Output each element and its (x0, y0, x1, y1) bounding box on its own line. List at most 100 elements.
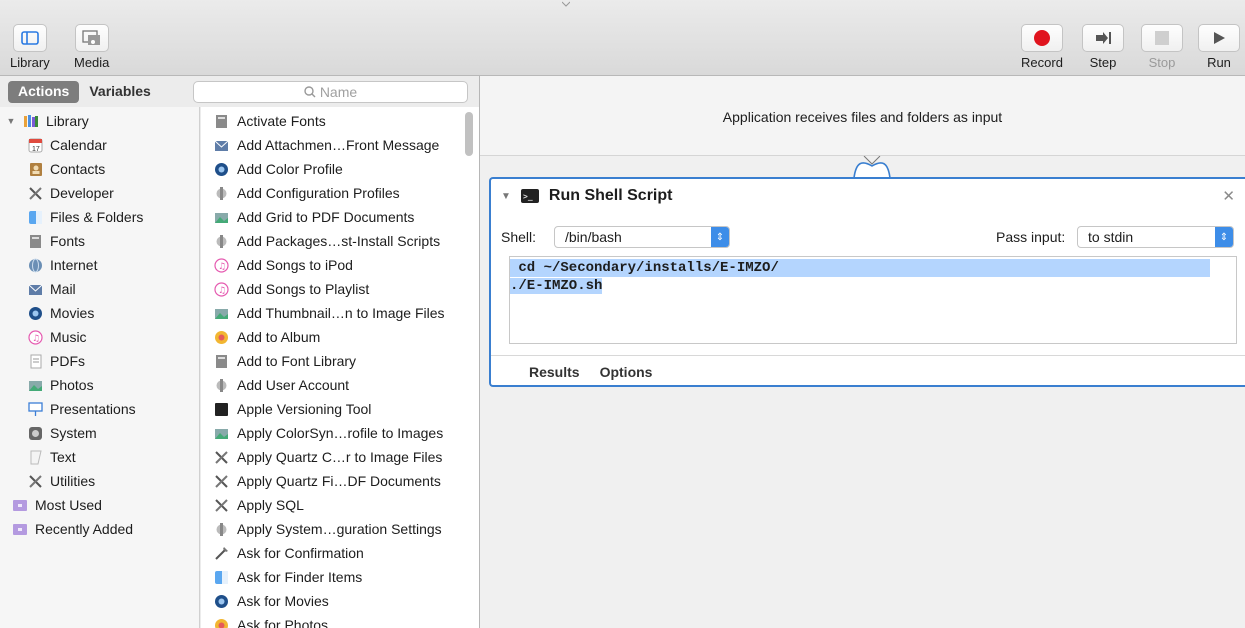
library-item-fonts[interactable]: Fonts (27, 229, 85, 253)
window-notch-icon (562, 1, 570, 7)
action-item[interactable]: Add Grid to PDF Documents (213, 205, 414, 229)
action-item-label: Apple Versioning Tool (237, 401, 372, 417)
action-item[interactable]: Ask for Confirmation (213, 541, 364, 565)
action-item-label: Add Color Profile (237, 161, 343, 177)
library-item-contacts[interactable]: Contacts (27, 157, 105, 181)
folder-icon (12, 497, 28, 513)
library-tabs: Actions Variables (8, 81, 161, 103)
library-item-utilities[interactable]: Utilities (27, 469, 95, 493)
library-item-files-folders[interactable]: Files & Folders (27, 205, 143, 229)
pass-input-select[interactable]: to stdin ⇕ (1077, 226, 1234, 248)
library-item-label: Fonts (50, 233, 86, 249)
search-field[interactable]: Name (193, 81, 468, 103)
script-editor[interactable]: cd ~/Secondary/installs/E-IMZO/./E-IMZO.… (509, 256, 1237, 344)
sidebar-icon (12, 24, 47, 52)
installer-icon (213, 521, 229, 537)
library-item-presentations[interactable]: Presentations (27, 397, 136, 421)
action-item-label: Add Songs to iPod (237, 257, 353, 273)
terminal-icon (213, 401, 229, 417)
action-item[interactable]: ♫ Add Songs to iPod (213, 253, 353, 277)
step-button[interactable]: Step (1082, 24, 1124, 70)
svg-text:17: 17 (32, 146, 40, 153)
svg-text:♫: ♫ (218, 286, 226, 296)
pass-input-value: to stdin (1088, 229, 1134, 245)
library-item-label: Calendar (50, 137, 107, 153)
finder-icon (27, 209, 43, 225)
library-item-label: Files & Folders (50, 209, 144, 225)
installer-icon (213, 233, 229, 249)
action-item[interactable]: Apply System…guration Settings (213, 517, 442, 541)
results-tab[interactable]: Results (529, 364, 580, 380)
media-button[interactable]: Media (74, 24, 109, 70)
library-button[interactable]: Library (10, 24, 50, 70)
run-shell-script-action[interactable]: ▼ >_ Run Shell Script ✕ Shell: /bin/bash… (489, 177, 1245, 387)
action-item[interactable]: Apply Quartz C…r to Image Files (213, 445, 442, 469)
action-item[interactable]: ♫ Add Songs to Playlist (213, 277, 369, 301)
action-title: ▼ >_ Run Shell Script (501, 187, 672, 205)
tab-variables[interactable]: Variables (79, 81, 161, 103)
library-item-label: Presentations (50, 401, 136, 417)
library-item-most-used[interactable]: Most Used (12, 493, 102, 517)
library-item-label: Developer (50, 185, 114, 201)
action-item[interactable]: Add Attachmen…Front Message (213, 133, 439, 157)
fonts-icon (213, 113, 229, 129)
action-item[interactable]: Apply Quartz Fi…DF Documents (213, 469, 441, 493)
library-item-movies[interactable]: Movies (27, 301, 94, 325)
library-item-pdfs[interactable]: PDFs (27, 349, 85, 373)
library-item-system[interactable]: System (27, 421, 97, 445)
action-item[interactable]: Apply SQL (213, 493, 304, 517)
action-item[interactable]: Ask for Finder Items (213, 565, 362, 589)
action-item[interactable]: Add to Album (213, 325, 320, 349)
action-item[interactable]: Add to Font Library (213, 349, 356, 373)
utilities-icon (27, 473, 43, 489)
stop-button-label: Stop (1148, 55, 1176, 70)
library-item-mail[interactable]: Mail (27, 277, 76, 301)
action-item-label: Apply Quartz C…r to Image Files (237, 449, 443, 465)
pass-input-label: Pass input: (996, 229, 1066, 245)
library-item-library[interactable]: ▼ Library (6, 109, 89, 133)
shell-select[interactable]: /bin/bash ⇕ (554, 226, 730, 248)
library-item-developer[interactable]: Developer (27, 181, 114, 205)
media-icon (74, 24, 109, 52)
library-item-label: Most Used (35, 497, 102, 513)
action-item-label: Add Grid to PDF Documents (237, 209, 415, 225)
run-icon (1198, 24, 1240, 52)
svg-text:♫: ♫ (218, 262, 226, 272)
svg-text:♫: ♫ (32, 334, 40, 344)
record-button[interactable]: Record (1021, 24, 1063, 70)
run-button[interactable]: Run (1198, 24, 1240, 70)
library-item-music[interactable]: ♫ Music (27, 325, 87, 349)
options-tab[interactable]: Options (600, 364, 653, 380)
action-item[interactable]: Add User Account (213, 373, 349, 397)
action-item[interactable]: Add Color Profile (213, 157, 343, 181)
music-icon: ♫ (27, 329, 43, 345)
action-item[interactable]: Add Thumbnail…n to Image Files (213, 301, 445, 325)
library-item-text[interactable]: Text (27, 445, 76, 469)
tab-actions[interactable]: Actions (8, 81, 80, 103)
library-item-photos[interactable]: Photos (27, 373, 94, 397)
disclosure-triangle-icon[interactable]: ▼ (6, 113, 16, 129)
action-item[interactable]: Ask for Movies (213, 589, 329, 613)
action-item[interactable]: Apple Versioning Tool (213, 397, 371, 421)
action-item[interactable]: Ask for Photos (213, 613, 328, 628)
library-item-calendar[interactable]: 17 Calendar (27, 133, 107, 157)
movies-icon (213, 161, 229, 177)
action-item[interactable]: Add Configuration Profiles (213, 181, 400, 205)
action-item[interactable]: Activate Fonts (213, 109, 326, 133)
action-item-label: Apply Quartz Fi…DF Documents (237, 473, 441, 489)
actions-scrollbar[interactable] (465, 112, 473, 156)
mail-icon (27, 281, 43, 297)
library-item-recently-added[interactable]: Recently Added (12, 517, 133, 541)
photos-icon (213, 305, 229, 321)
action-item[interactable]: Add Packages…st-Install Scripts (213, 229, 440, 253)
library-item-internet[interactable]: Internet (27, 253, 97, 277)
action-footer: Results Options (491, 355, 1245, 387)
action-item-label: Add Configuration Profiles (237, 185, 400, 201)
collapse-triangle-icon[interactable]: ▼ (501, 191, 511, 202)
library-item-label: Recently Added (35, 521, 134, 537)
close-icon[interactable]: ✕ (1222, 187, 1235, 205)
connector-icon (853, 156, 891, 178)
developer-tools-icon (213, 497, 229, 513)
action-item[interactable]: Apply ColorSyn…rofile to Images (213, 421, 443, 445)
stop-button[interactable]: Stop (1141, 24, 1183, 70)
